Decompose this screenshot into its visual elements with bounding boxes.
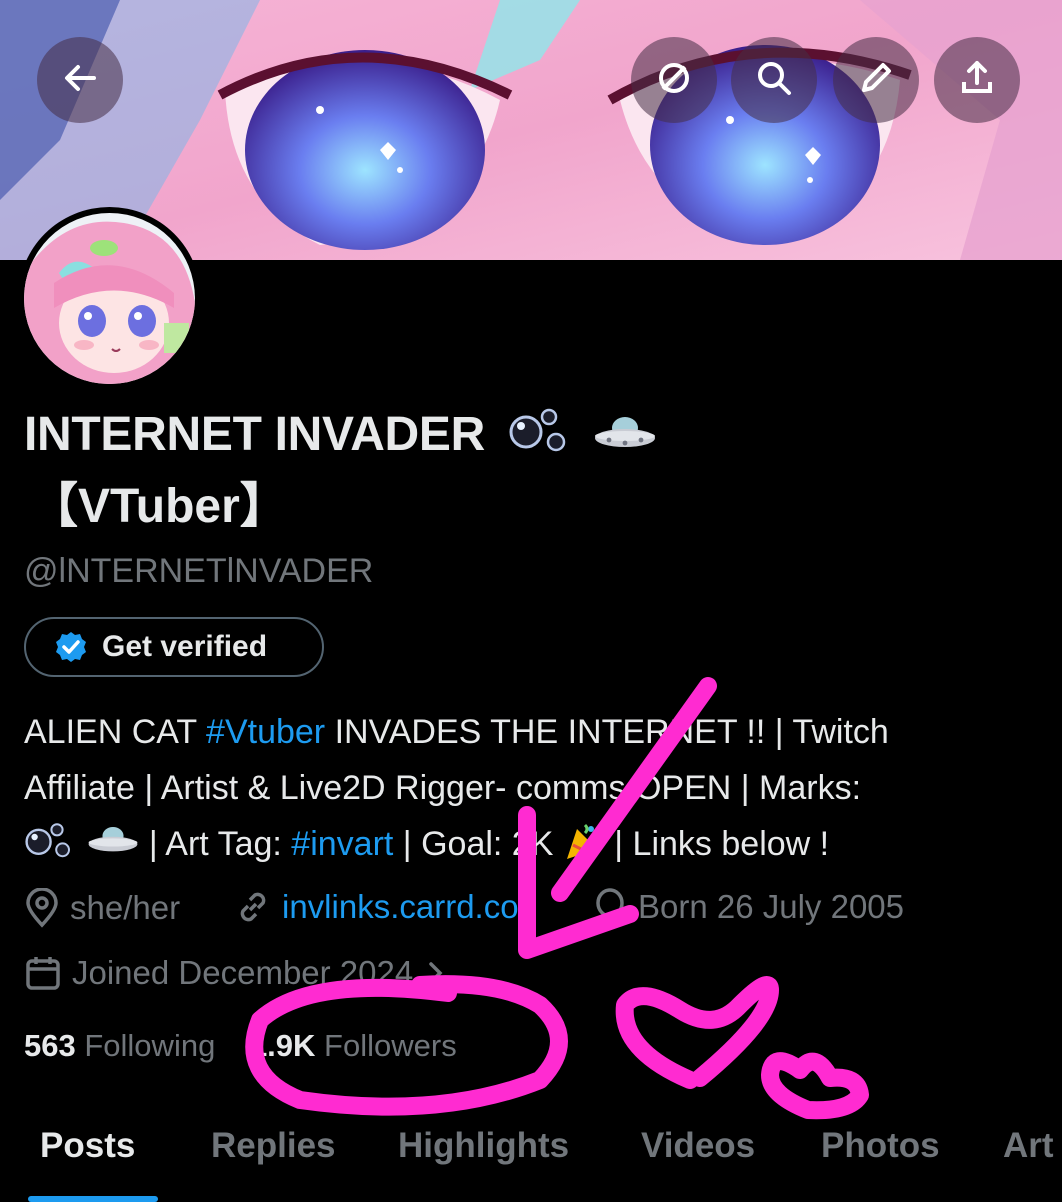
tab-replies[interactable]: Replies (211, 1126, 336, 1166)
following-count[interactable]: 563 Following (24, 1028, 215, 1063)
bubbles-icon (25, 823, 71, 858)
hashtag-invart[interactable]: #invart (291, 825, 393, 863)
profile-name: INTERNET INVADER (24, 400, 1034, 470)
location-pin-icon (26, 888, 58, 928)
pronouns-text: she/her (70, 889, 181, 926)
arrow-left-icon (60, 58, 100, 103)
search-button[interactable] (731, 37, 817, 123)
joined-text: Joined December 2024 (72, 954, 414, 991)
tab-photos[interactable]: Photos (821, 1126, 940, 1166)
profile-tabs: Posts Replies Highlights Videos Photos A… (0, 1118, 1062, 1202)
mute-button[interactable] (631, 37, 717, 123)
link-icon (240, 892, 266, 922)
share-icon (957, 58, 997, 103)
pronouns-item: she/her (24, 888, 180, 928)
bubbles-icon (509, 408, 566, 452)
ufo-icon (595, 417, 656, 447)
bio-line-3: | Art Tag: #invart | Goal: 2K | Links be… (24, 816, 1044, 872)
tab-highlights[interactable]: Highlights (398, 1126, 569, 1166)
profile-handle: @lNTERNETlNVADER (24, 552, 374, 590)
profile-name-suffix: 【VTuber】 (30, 480, 288, 533)
bio-line-2: Affiliate | Artist & Live2D Rigger- comm… (24, 769, 862, 807)
profile-name-text: INTERNET INVADER (24, 408, 485, 461)
website-link[interactable]: invlinks.carrd.co (282, 888, 519, 926)
avatar[interactable] (18, 207, 201, 390)
balloon-icon (596, 888, 624, 924)
active-tab-indicator (28, 1196, 158, 1202)
calendar-icon (26, 957, 60, 990)
ufo-icon (89, 827, 138, 852)
chevron-right-icon (429, 962, 443, 984)
mute-icon (654, 58, 694, 103)
birthday-text: Born 26 July 2005 (638, 888, 905, 925)
joined-item[interactable]: Joined December 2024 (24, 954, 457, 992)
tab-posts[interactable]: Posts (40, 1126, 135, 1166)
search-icon (754, 58, 794, 103)
heart-small-mark (761, 1052, 869, 1120)
get-verified-button[interactable]: Get verified (24, 617, 324, 677)
back-button[interactable] (37, 37, 123, 123)
website-item[interactable]: invlinks.carrd.co (234, 888, 519, 926)
follow-counts: 563 Following 1.9K Followers (24, 1028, 457, 1064)
edit-icon (856, 58, 896, 103)
tab-videos[interactable]: Videos (641, 1126, 755, 1166)
edit-button[interactable] (833, 37, 919, 123)
heart-large-mark (615, 976, 779, 1089)
birthday-item: Born 26 July 2005 (592, 888, 904, 926)
share-button[interactable] (934, 37, 1020, 123)
bio-line-1: ALIEN CAT #Vtuber INVADES THE INTERNET !… (24, 713, 889, 751)
get-verified-label: Get verified (102, 630, 268, 663)
verified-badge-icon (56, 632, 86, 662)
profile-bio: ALIEN CAT #Vtuber INVADES THE INTERNET !… (24, 704, 1044, 872)
hashtag-vtuber[interactable]: #Vtuber (206, 713, 325, 751)
followers-count[interactable]: 1.9K Followers (250, 1028, 457, 1063)
tab-art[interactable]: Art (1003, 1126, 1054, 1166)
party-popper-icon (566, 823, 602, 859)
